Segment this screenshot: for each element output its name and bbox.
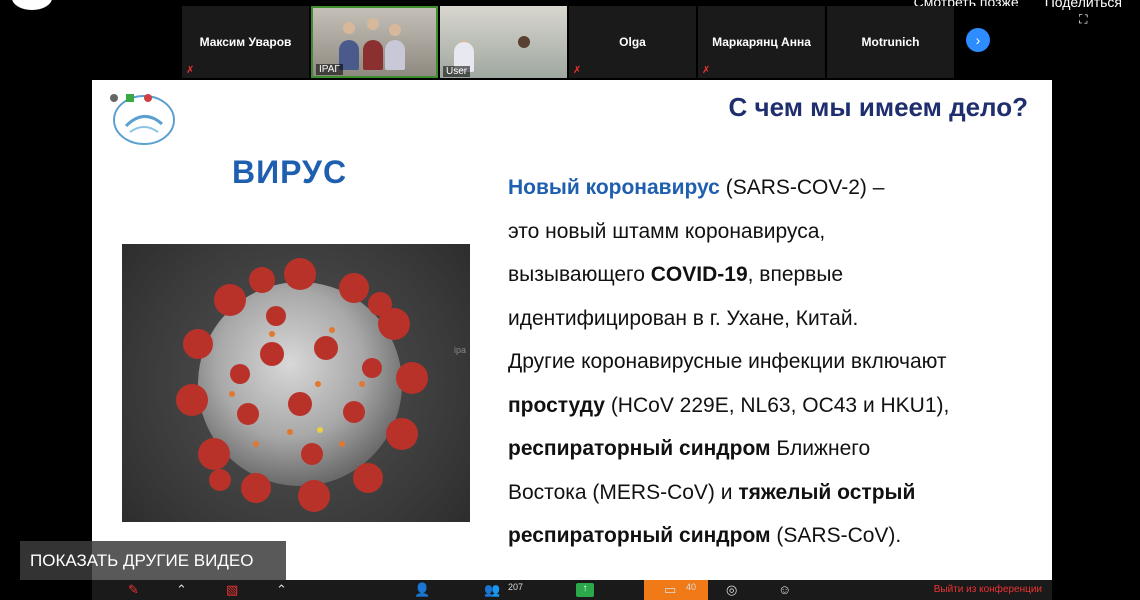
- person-head: [389, 24, 401, 36]
- bold-term: респираторный синдром: [508, 524, 771, 547]
- coronavirus-image: [122, 244, 470, 522]
- participants-icon[interactable]: 👥: [484, 582, 500, 598]
- bold-term: респираторный синдром: [508, 437, 771, 460]
- empty-tile: [92, 6, 180, 78]
- virus-heading: ВИРУС: [232, 154, 348, 190]
- person-figure: [385, 40, 405, 70]
- invite-icon[interactable]: 👤: [414, 582, 430, 598]
- participants-count: 207: [508, 582, 524, 592]
- muted-mic-icon: ✗: [573, 65, 582, 76]
- body-text-span: (SARS-CoV).: [770, 524, 902, 547]
- body-line: Другие коронавирусные инфекции включают: [508, 350, 947, 373]
- slide-title: С чем мы имеем дело?: [728, 92, 1028, 122]
- body-line: Новый коронавирус (SARS-COV-2) –: [508, 166, 1048, 210]
- plant-icon: [518, 36, 530, 48]
- person-head: [343, 22, 355, 34]
- bold-term: тяжелый острый: [738, 480, 916, 504]
- body-line: респираторный синдром Ближнего: [508, 427, 1048, 471]
- body-line: вызывающего COVID-19, впервые: [508, 253, 1048, 297]
- meeting-toolbar: ✎ ⌃ ▧ ⌃ 👤 👥 207 ↑ ▭ 40 ◎ ☺ Выйти из конф…: [92, 580, 1052, 600]
- participant-tile[interactable]: Motrunich: [827, 6, 954, 78]
- chevron-right-icon: ›: [975, 32, 981, 48]
- record-icon[interactable]: ◎: [726, 582, 737, 598]
- participant-name: User: [443, 66, 471, 77]
- participant-name: IPAГ: [316, 64, 343, 75]
- participant-name: Максим Уваров: [199, 35, 292, 49]
- body-line: простуду (HCoV 229E, NL63, OC43 и HKU1),: [508, 384, 1048, 428]
- channel-avatar[interactable]: [12, 0, 52, 10]
- body-line: Востока (MERS-CoV) и тяжелый острый: [508, 471, 1048, 515]
- body-text-span: Востока (MERS-CoV) и: [508, 480, 739, 504]
- body-line: респираторный синдром (SARS-CoV).: [508, 514, 1048, 558]
- participant-strip: Максим Уваров ✗ IPAГ User Olga ✗ Маркаря…: [92, 6, 1050, 80]
- coronavirus-illustration: [176, 258, 428, 512]
- chevron-up-icon[interactable]: ⌃: [176, 582, 187, 598]
- overlay-label: ipa: [454, 345, 467, 355]
- muted-mic-icon: ✗: [186, 65, 195, 76]
- highlight-term: Новый коронавирус: [508, 176, 720, 199]
- share-label: Поделиться: [1044, 0, 1122, 10]
- participant-video-tile[interactable]: IPAГ: [311, 6, 438, 78]
- reactions-icon[interactable]: ☺: [778, 582, 791, 597]
- slide-body-text: Новый коронавирус (SARS-COV-2) – это нов…: [508, 166, 1048, 558]
- muted-mic-icon: ✗: [702, 65, 711, 76]
- participant-name: Motrunich: [861, 35, 920, 49]
- next-page-button[interactable]: ›: [966, 28, 990, 52]
- bold-term: простуду: [508, 393, 605, 417]
- body-text-span: , впервые: [747, 263, 844, 286]
- share-screen-icon[interactable]: ↑: [576, 583, 594, 597]
- body-text-span: вызывающего: [508, 263, 651, 286]
- participant-tile[interactable]: Маркарянц Анна ✗: [698, 6, 825, 78]
- shared-slide: С чем мы имеем дело? ВИРУС ipa Новый кор…: [92, 80, 1052, 580]
- body-line: идентифицирован в г. Ухане, Китай.: [508, 306, 859, 330]
- body-line: это новый штамм коронавируса,: [508, 219, 826, 243]
- screen: Смотреть позже ▀▪ Поделиться ⛶ Максим Ув…: [0, 0, 1140, 600]
- body-text-span: (SARS-COV-2) –: [719, 176, 885, 199]
- participant-video-tile[interactable]: User: [440, 6, 567, 78]
- chat-icon: ▭: [664, 582, 677, 597]
- participant-tile[interactable]: Olga ✗: [569, 6, 696, 78]
- participant-tile[interactable]: Максим Уваров ✗: [182, 6, 309, 78]
- body-text-span: Ближнего: [770, 437, 871, 460]
- participant-name: Olga: [619, 35, 646, 49]
- show-other-videos-button[interactable]: ПОКАЗАТЬ ДРУГИЕ ВИДЕО: [20, 541, 286, 580]
- institution-logo-icon: [110, 94, 175, 145]
- mute-mic-icon[interactable]: ✎: [128, 582, 139, 598]
- share-icon: ⛶: [1079, 12, 1088, 26]
- participant-name: Маркарянц Анна: [712, 35, 811, 49]
- person-head: [367, 18, 379, 30]
- bold-term: COVID-19: [650, 263, 748, 286]
- leave-meeting-button[interactable]: Выйти из конференции: [934, 584, 1042, 595]
- stop-video-icon[interactable]: ▧: [226, 582, 238, 598]
- chat-count: 40: [686, 582, 697, 592]
- person-figure: [363, 40, 383, 70]
- body-text-span: (HCoV 229E, NL63, OC43 и HKU1),: [604, 393, 950, 417]
- share-button[interactable]: Поделиться ⛶: [1045, 0, 1122, 27]
- chevron-up-icon[interactable]: ⌃: [276, 582, 287, 598]
- chat-button[interactable]: ▭ 40: [644, 580, 708, 600]
